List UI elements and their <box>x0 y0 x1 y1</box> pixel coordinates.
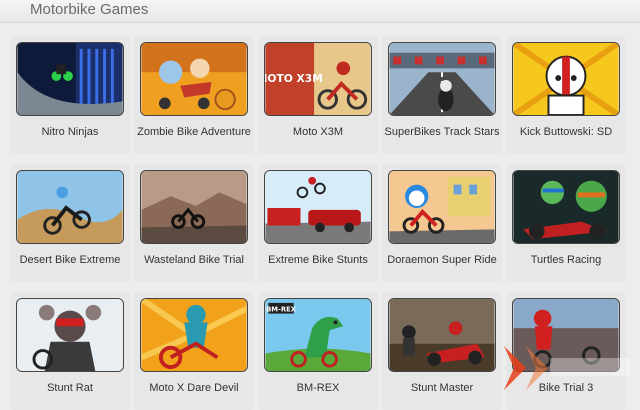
moto-x3m-logo: MOTO X3M <box>265 72 323 85</box>
game-thumbnail[interactable] <box>512 170 620 244</box>
game-card-doraemon-super-ride[interactable]: Doraemon Super Ride <box>382 164 502 282</box>
game-title[interactable]: Wasteland Bike Trial <box>134 253 254 268</box>
game-title[interactable]: Nitro Ninjas <box>10 125 130 140</box>
game-card-bm-rex[interactable]: BM-REX BM-REX <box>258 292 378 410</box>
game-card-desert-bike-extreme[interactable]: Desert Bike Extreme <box>10 164 130 282</box>
dare-devil-art <box>141 299 247 371</box>
section-title: Motorbike Games <box>30 1 149 18</box>
game-thumbnail[interactable] <box>140 42 248 116</box>
game-card-moto-x3m[interactable]: MOTO X3M Moto X3M <box>258 36 378 154</box>
game-title[interactable]: Turtles Racing <box>506 253 626 268</box>
section-header: Motorbike Games <box>0 0 640 23</box>
bm-rex-art: BM-REX <box>265 299 371 371</box>
game-card-kick-buttowski[interactable]: Kick Buttowski: SD <box>506 36 626 154</box>
game-title[interactable]: Stunt Rat <box>10 381 130 396</box>
game-thumbnail[interactable] <box>16 42 124 116</box>
game-card-stunt-master[interactable]: Stunt Master <box>382 292 502 410</box>
game-card-bike-trial-3[interactable]: Bike Trial 3 <box>506 292 626 410</box>
zombie-bike-art <box>141 43 247 115</box>
stunt-master-art <box>389 299 495 371</box>
game-title[interactable]: Bike Trial 3 <box>506 381 626 396</box>
game-thumbnail[interactable] <box>512 42 620 116</box>
game-thumbnail[interactable] <box>140 298 248 372</box>
game-thumbnail[interactable] <box>16 170 124 244</box>
bm-rex-logo: BM-REX <box>266 306 297 314</box>
game-title[interactable]: Zombie Bike Adventure <box>134 125 254 140</box>
kick-buttowski-art <box>513 43 619 115</box>
game-thumbnail[interactable] <box>388 42 496 116</box>
game-card-zombie-bike-adventure[interactable]: Zombie Bike Adventure <box>134 36 254 154</box>
nitro-ninjas-art <box>17 43 123 115</box>
moto-x3m-art: MOTO X3M <box>265 43 371 115</box>
extreme-stunts-art <box>265 171 371 243</box>
desert-bike-art <box>17 171 123 243</box>
game-title[interactable]: Moto X3M <box>258 125 378 140</box>
game-card-turtles-racing[interactable]: Turtles Racing <box>506 164 626 282</box>
game-title[interactable]: Doraemon Super Ride <box>382 253 502 268</box>
game-thumbnail[interactable]: BM-REX <box>264 298 372 372</box>
game-thumbnail[interactable] <box>388 170 496 244</box>
wasteland-art <box>141 171 247 243</box>
bike-trial-3-art <box>513 299 619 371</box>
game-thumbnail[interactable]: MOTO X3M <box>264 42 372 116</box>
game-title[interactable]: Stunt Master <box>382 381 502 396</box>
game-title[interactable]: Desert Bike Extreme <box>10 253 130 268</box>
game-title[interactable]: Moto X Dare Devil <box>134 381 254 396</box>
game-thumbnail[interactable] <box>16 298 124 372</box>
game-title[interactable]: SuperBikes Track Stars <box>382 125 502 140</box>
game-card-superbikes-track-stars[interactable]: SuperBikes Track Stars <box>382 36 502 154</box>
game-thumbnail[interactable] <box>388 298 496 372</box>
game-card-nitro-ninjas[interactable]: Nitro Ninjas <box>10 36 130 154</box>
game-card-wasteland-bike-trial[interactable]: Wasteland Bike Trial <box>134 164 254 282</box>
game-card-stunt-rat[interactable]: Stunt Rat <box>10 292 130 410</box>
game-thumbnail[interactable] <box>264 170 372 244</box>
game-thumbnail[interactable] <box>140 170 248 244</box>
game-card-moto-x-dare-devil[interactable]: Moto X Dare Devil <box>134 292 254 410</box>
stunt-rat-art <box>17 299 123 371</box>
game-title[interactable]: Extreme Bike Stunts <box>258 253 378 268</box>
game-title[interactable]: Kick Buttowski: SD <box>506 125 626 140</box>
game-title[interactable]: BM-REX <box>258 381 378 396</box>
turtles-art <box>513 171 619 243</box>
game-card-extreme-bike-stunts[interactable]: Extreme Bike Stunts <box>258 164 378 282</box>
doraemon-art <box>389 171 495 243</box>
superbikes-art <box>389 43 495 115</box>
game-thumbnail[interactable] <box>512 298 620 372</box>
